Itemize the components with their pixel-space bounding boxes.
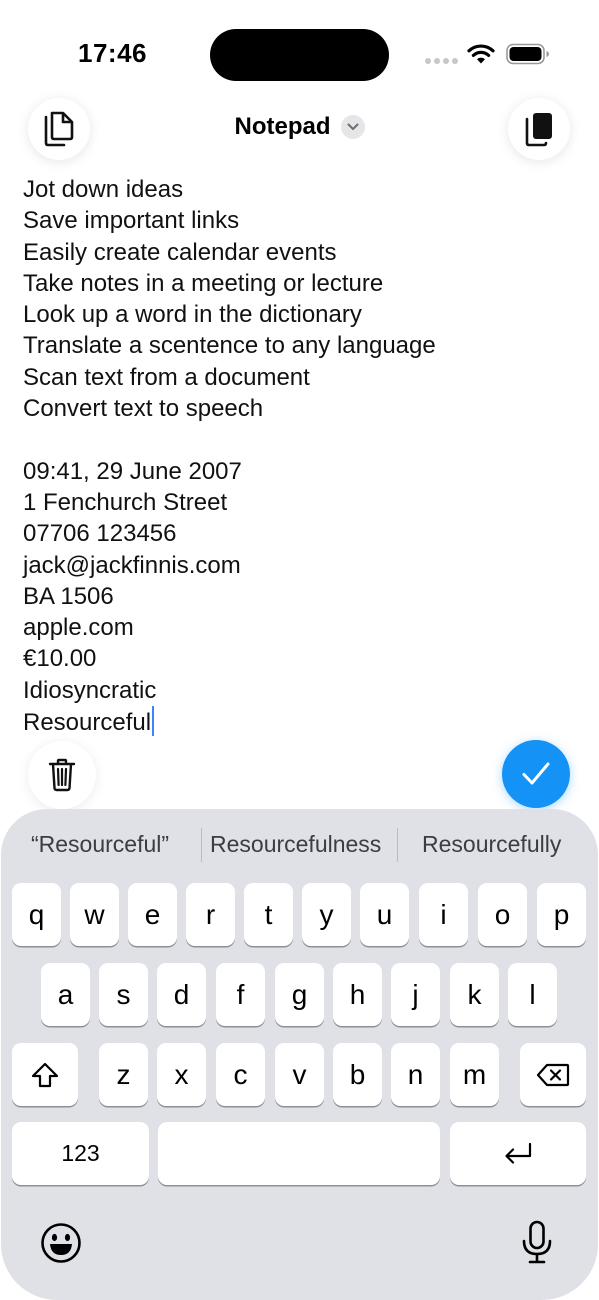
key-h[interactable]: h: [333, 963, 382, 1026]
dynamic-island: [210, 29, 389, 81]
note-line: Save important links: [23, 207, 240, 235]
note-line: jack@jackfinnis.com: [23, 551, 241, 579]
note-line: Idiosyncratic: [23, 676, 157, 704]
key-r[interactable]: r: [186, 883, 235, 946]
key-m[interactable]: m: [450, 1043, 499, 1106]
key-p[interactable]: p: [537, 883, 586, 946]
key-a[interactable]: a: [41, 963, 90, 1026]
note-line: 07706 123456: [23, 520, 177, 548]
paste-button[interactable]: [508, 98, 570, 160]
shift-icon: [31, 1062, 59, 1087]
key-y[interactable]: y: [302, 883, 351, 946]
key-i[interactable]: i: [419, 883, 468, 946]
battery-icon: [506, 43, 549, 65]
key-d[interactable]: d: [157, 963, 206, 1026]
key-q[interactable]: q: [12, 883, 61, 946]
emoji-icon[interactable]: [40, 1222, 82, 1264]
suggestion-divider: [201, 828, 202, 862]
delete-backspace-icon: [536, 1063, 570, 1086]
key-k[interactable]: k: [450, 963, 499, 1026]
key-v[interactable]: v: [275, 1043, 324, 1106]
key-f[interactable]: f: [216, 963, 265, 1026]
delete-key[interactable]: [520, 1043, 586, 1106]
key-x[interactable]: x: [157, 1043, 206, 1106]
status-time: 17:46: [78, 38, 147, 68]
shift-key[interactable]: [12, 1043, 78, 1106]
suggestion-item[interactable]: Resourcefully: [422, 831, 561, 858]
key-t[interactable]: t: [244, 883, 293, 946]
trash-icon: [48, 758, 76, 792]
suggestion-divider: [397, 828, 398, 862]
key-u[interactable]: u: [360, 883, 409, 946]
note-line: 1 Fenchurch Street: [23, 488, 228, 516]
note-line: Look up a word in the dictionary: [23, 301, 362, 329]
paste-clipboard-icon: [525, 113, 552, 147]
checkmark-icon: [522, 762, 550, 785]
note-line: apple.com: [23, 614, 134, 642]
note-line: [23, 424, 583, 455]
signal-dots-icon: [425, 58, 458, 64]
return-icon: [505, 1142, 532, 1164]
key-o[interactable]: o: [478, 883, 527, 946]
space-key[interactable]: [158, 1122, 440, 1185]
key-n[interactable]: n: [391, 1043, 440, 1106]
note-line: Take notes in a meeting or lecture: [23, 269, 384, 297]
key-g[interactable]: g: [275, 963, 324, 1026]
note-line: 09:41, 29 June 2007: [23, 457, 242, 485]
page-title: Notepad: [234, 113, 331, 140]
key-l[interactable]: l: [508, 963, 557, 1026]
text-cursor: [152, 706, 155, 737]
screen: 17:46 Notepad Jot down ideas Save import…: [0, 0, 599, 1300]
note-line: €10.00: [23, 645, 97, 673]
note-line: Easily create calendar events: [23, 238, 337, 266]
note-line: Translate a scentence to any language: [23, 332, 436, 360]
note-line: Convert text to speech: [23, 395, 264, 423]
note-line: BA 1506: [23, 582, 114, 610]
suggestion-bar: “Resourceful” Resourcefulness Resourcefu…: [1, 823, 598, 867]
key-z[interactable]: z: [99, 1043, 148, 1106]
done-button[interactable]: [502, 740, 570, 808]
numbers-key[interactable]: 123: [12, 1122, 149, 1185]
wifi-icon: [467, 44, 495, 64]
key-w[interactable]: w: [70, 883, 119, 946]
key-e[interactable]: e: [128, 883, 177, 946]
note-text-area[interactable]: Jot down ideas Save important links Easi…: [23, 174, 583, 737]
chevron-down-icon: [340, 115, 365, 139]
key-s[interactable]: s: [99, 963, 148, 1026]
note-line: Scan text from a document: [23, 363, 310, 391]
return-key[interactable]: [450, 1122, 586, 1185]
note-line: Resourceful: [23, 709, 152, 737]
delete-note-button[interactable]: [28, 741, 96, 809]
suggestion-item[interactable]: Resourcefulness: [210, 831, 381, 858]
suggestion-item[interactable]: “Resourceful”: [31, 831, 169, 858]
key-j[interactable]: j: [391, 963, 440, 1026]
note-line-last: Resourceful: [23, 706, 583, 737]
microphone-icon[interactable]: [520, 1220, 554, 1266]
key-b[interactable]: b: [333, 1043, 382, 1106]
key-c[interactable]: c: [216, 1043, 265, 1106]
note-line: Jot down ideas: [23, 176, 184, 203]
